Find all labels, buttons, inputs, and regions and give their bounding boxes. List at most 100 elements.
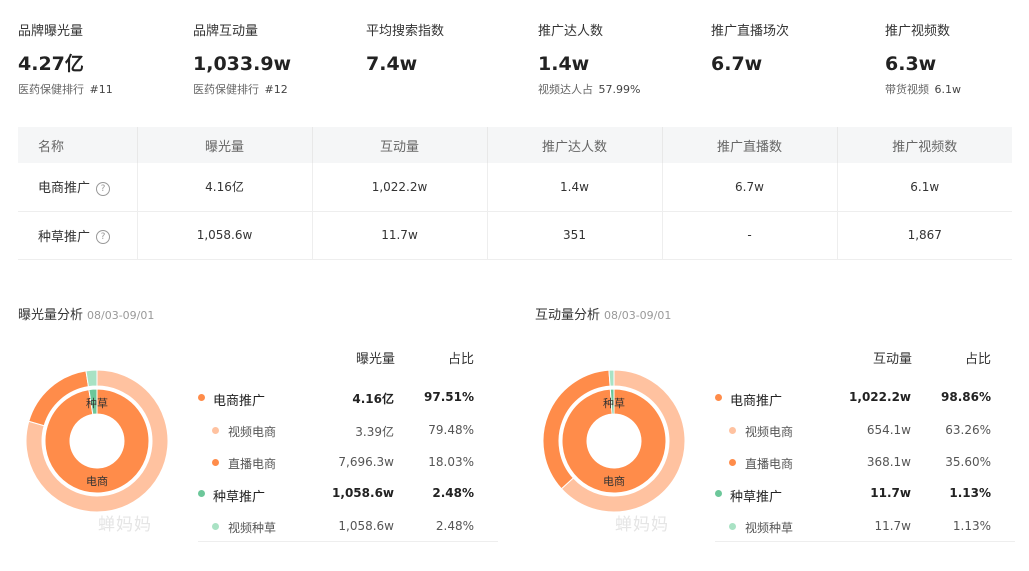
table-cell: 6.7w — [662, 163, 838, 212]
kpi-sub: 医药保健排行 #12 — [193, 82, 353, 98]
table-cell: 6.1w — [837, 163, 1012, 212]
kpi-promo-videos: 推广视频数 6.3w 带货视频 6.1w — [885, 22, 1029, 98]
kpi-value: 7.4w — [366, 53, 418, 75]
list-item: 视频种草 11.7w 1.13% — [715, 517, 1013, 537]
legend-dot — [715, 394, 722, 401]
list-item: 视频电商 654.1w 63.26% — [715, 421, 1013, 441]
kpi-label: 品牌互动量 — [193, 24, 259, 39]
kpi-promo-livestreams: 推广直播场次 6.7w — [711, 22, 871, 98]
kpi-value: 4.27亿 — [18, 53, 84, 75]
item-share: 79.48% — [428, 423, 474, 437]
kpi-value: 6.7w — [711, 53, 763, 75]
col1-header: 互动量 — [873, 352, 913, 367]
list-item: 电商推广 4.16亿 97.51% — [198, 388, 496, 409]
kpi-promo-influencers: 推广达人数 1.4w 视频达人占 57.99% — [538, 22, 698, 98]
donut-outer-segment-video-seed — [608, 370, 615, 387]
item-share: 2.48% — [432, 486, 474, 500]
kpi-sub-value: #12 — [264, 83, 288, 96]
kpi-label: 品牌曝光量 — [18, 24, 84, 39]
item-share: 18.03% — [428, 455, 474, 469]
item-name: 电商推广 — [213, 394, 266, 409]
kpi-label: 推广达人数 — [538, 24, 604, 39]
item-name: 视频电商 — [745, 425, 794, 439]
row-name-cell: 种草推广? — [18, 211, 138, 260]
table-cell: 4.16亿 — [137, 163, 313, 212]
list-item: 直播电商 368.1w 35.60% — [715, 453, 1013, 473]
item-name: 视频电商 — [228, 425, 277, 439]
item-name: 种草推广 — [213, 490, 266, 505]
table-row: 电商推广? 4.16亿 1,022.2w 1.4w 6.7w 6.1w — [18, 163, 1012, 212]
table-cell: 351 — [487, 211, 663, 260]
item-value: 368.1w — [866, 455, 911, 469]
legend-dot — [198, 394, 205, 401]
table-cell: 1,022.2w — [312, 163, 488, 212]
item-name: 直播电商 — [228, 457, 277, 471]
item-share: 1.13% — [952, 519, 991, 533]
kpi-brand-exposure: 品牌曝光量 4.27亿 医药保健排行 #11 — [18, 22, 178, 98]
kpi-value: 1.4w — [538, 53, 590, 75]
table-cell: 11.7w — [312, 211, 488, 260]
kpi-label: 推广直播场次 — [711, 24, 790, 39]
list-item: 种草推广 11.7w 1.13% — [715, 484, 1013, 505]
col-header-exposure: 曝光量 — [137, 127, 313, 163]
col-header-livestreams: 推广直播数 — [662, 127, 838, 163]
kpi-avg-search-index: 平均搜索指数 7.4w — [366, 22, 526, 98]
help-icon[interactable]: ? — [96, 230, 111, 244]
kpi-sub-value: 57.99% — [598, 83, 641, 96]
item-value: 11.7w — [870, 486, 911, 500]
exposure-analysis-panel: 曝光量分析 08/03-09/01 种草 电商 蝉妈妈 曝光量 占比 电商推广 4.… — [18, 300, 498, 550]
row-name: 种草推广 — [38, 229, 91, 245]
donut-label-ecom: 电商 — [603, 474, 625, 488]
item-value: 654.1w — [866, 423, 911, 437]
kpi-sub: 医药保健排行 #11 — [18, 82, 178, 98]
divider — [198, 541, 498, 542]
list-item: 视频电商 3.39亿 79.48% — [198, 421, 496, 441]
item-name: 直播电商 — [745, 457, 794, 471]
kpi-value: 1,033.9w — [193, 53, 292, 75]
col-header-name: 名称 — [18, 127, 138, 163]
list-item: 直播电商 7,696.3w 18.03% — [198, 453, 496, 473]
item-name: 视频种草 — [745, 521, 794, 535]
kpi-sub: 带货视频 6.1w — [885, 82, 1029, 98]
kpi-row: 品牌曝光量 4.27亿 医药保健排行 #11 品牌互动量 1,033.9w 医药… — [18, 22, 1018, 102]
kpi-label: 推广视频数 — [885, 24, 951, 39]
kpi-brand-interaction: 品牌互动量 1,033.9w 医药保健排行 #12 — [193, 22, 353, 98]
item-share: 35.60% — [945, 455, 991, 469]
legend-dot — [198, 490, 205, 497]
panel-title-text: 曝光量分析 — [18, 308, 84, 323]
row-name-cell: 电商推广? — [18, 163, 138, 212]
legend-dot — [212, 459, 219, 466]
kpi-sub-label: 视频达人占 — [538, 83, 593, 96]
item-share: 63.26% — [945, 423, 991, 437]
help-icon[interactable]: ? — [96, 181, 111, 196]
list-item: 电商推广 1,022.2w 98.86% — [715, 388, 1013, 409]
donut-label-seed: 种草 — [603, 396, 625, 410]
legend-dot — [729, 427, 736, 434]
legend-dot — [212, 523, 219, 530]
divider — [715, 541, 1015, 542]
kpi-sub-label: 带货视频 — [885, 83, 929, 96]
table-row: 种草推广? 1,058.6w 11.7w 351 - 1,867 — [18, 211, 1012, 260]
col-header-influencers: 推广达人数 — [487, 127, 663, 163]
legend-dot — [729, 523, 736, 530]
panel-title: 互动量分析 08/03-09/01 — [535, 304, 671, 323]
legend-dot — [212, 427, 219, 434]
item-value: 7,696.3w — [338, 455, 394, 469]
item-value: 3.39亿 — [355, 425, 394, 439]
kpi-sub-value: 6.1w — [934, 83, 962, 96]
kpi-label: 平均搜索指数 — [366, 24, 445, 39]
legend-dot — [715, 490, 722, 497]
date-range: 08/03-09/01 — [604, 309, 672, 322]
watermark-logo: 蝉妈妈 — [615, 515, 669, 535]
donut-outer-segment-video-seed — [85, 370, 98, 388]
item-value: 1,022.2w — [849, 390, 911, 404]
donut-label-seed: 种草 — [86, 396, 108, 410]
interaction-donut-chart: 种草电商 — [543, 370, 685, 512]
interaction-analysis-panel: 互动量分析 08/03-09/01 种草 电商 蝉妈妈 互动量 占比 电商推广 1,… — [535, 300, 1015, 550]
col1-header: 曝光量 — [356, 352, 396, 367]
kpi-sub — [366, 82, 526, 98]
list-item: 种草推广 1,058.6w 2.48% — [198, 484, 496, 505]
table-header-row: 名称 曝光量 互动量 推广达人数 推广直播数 推广视频数 — [18, 127, 1012, 163]
item-share: 2.48% — [435, 519, 474, 533]
date-range: 08/03-09/01 — [87, 309, 155, 322]
